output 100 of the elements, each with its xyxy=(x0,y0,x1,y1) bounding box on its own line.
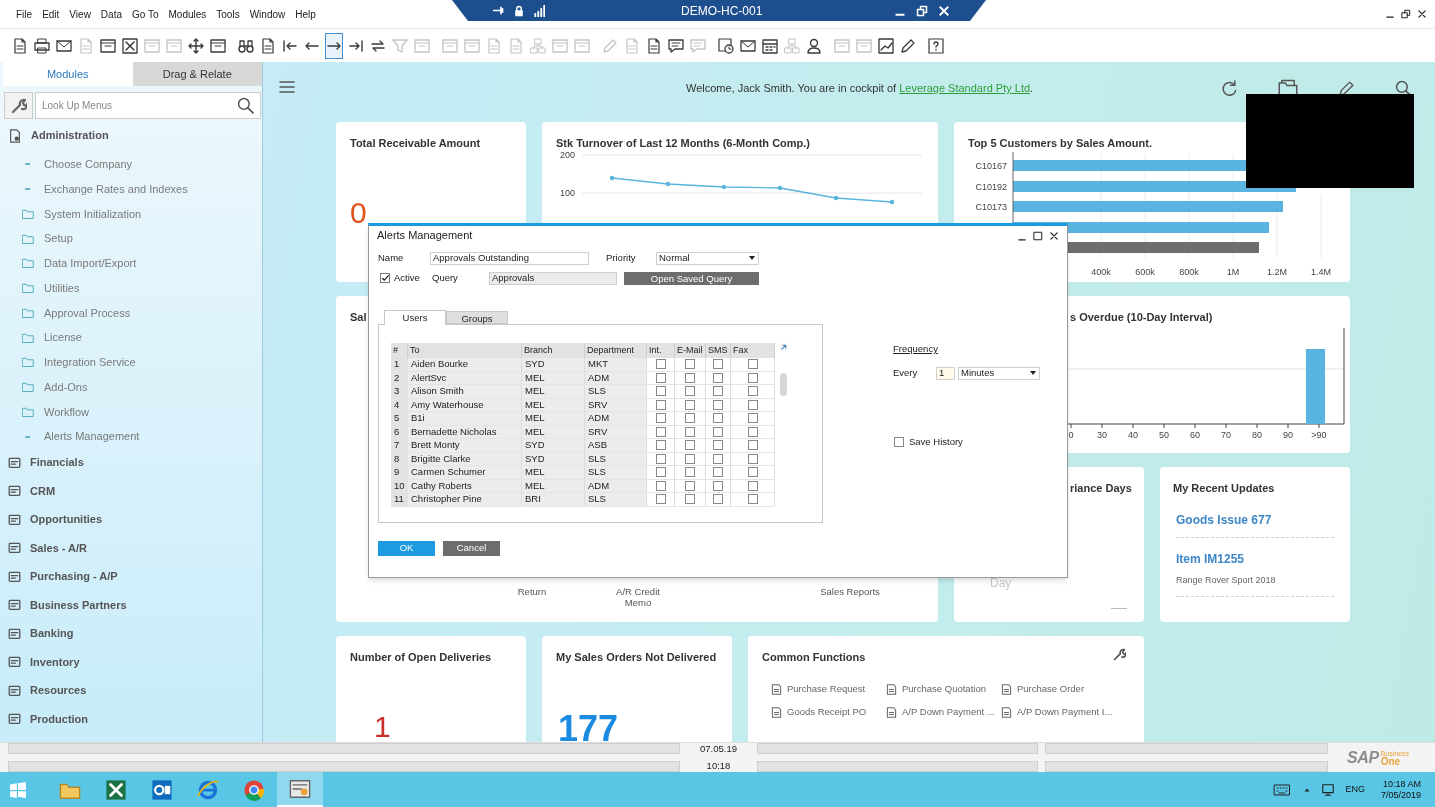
checkbox[interactable] xyxy=(655,413,666,424)
menu-icon[interactable] xyxy=(279,79,295,95)
checkbox[interactable] xyxy=(655,359,666,370)
checkbox[interactable] xyxy=(685,467,695,478)
checkbox[interactable] xyxy=(713,494,723,505)
restore-icon[interactable] xyxy=(916,4,928,17)
checkbox[interactable] xyxy=(655,453,666,464)
sidebar-module[interactable]: Banking xyxy=(0,619,262,648)
shortcut-label[interactable]: Return xyxy=(479,586,585,608)
checkbox[interactable] xyxy=(713,359,723,370)
checkbox[interactable] xyxy=(894,436,904,447)
checkbox[interactable] xyxy=(380,273,390,283)
wrench-icon[interactable] xyxy=(1113,648,1126,661)
maximize-icon[interactable] xyxy=(1033,230,1043,241)
checkbox[interactable] xyxy=(747,413,758,424)
text-field[interactable]: Approvals xyxy=(489,271,617,285)
checkbox[interactable] xyxy=(655,494,666,505)
update-link[interactable]: Item IM1255 xyxy=(1176,550,1245,568)
text-field[interactable]: Approvals Outstanding xyxy=(430,251,589,265)
function-link[interactable]: Goods Receipt PO xyxy=(787,705,867,720)
sidebar-module[interactable]: Business Partners xyxy=(0,590,262,619)
refresh-icon[interactable] xyxy=(1221,79,1238,97)
sidebar-item[interactable]: Approval Process xyxy=(0,300,262,326)
sidebar-module[interactable]: Purchasing - A/P xyxy=(0,562,262,591)
checkbox[interactable] xyxy=(713,426,723,437)
sidebar-item[interactable]: Workflow xyxy=(0,399,262,425)
checkbox[interactable] xyxy=(655,467,666,478)
sidebar-item[interactable]: System Initialization xyxy=(0,201,262,227)
tab[interactable]: Users xyxy=(384,310,446,325)
checkbox[interactable] xyxy=(685,453,695,464)
search-icon[interactable] xyxy=(1395,79,1412,97)
function-link[interactable]: Purchase Quotation xyxy=(902,682,986,697)
checkbox[interactable] xyxy=(655,399,666,410)
menu-item[interactable]: Edit xyxy=(42,7,60,22)
checkbox[interactable] xyxy=(685,386,695,397)
restore-icon[interactable] xyxy=(1401,9,1411,19)
dropdown-field[interactable]: Normal xyxy=(656,251,759,265)
cancel-button[interactable]: Cancel xyxy=(443,541,500,556)
toolbar-button[interactable] xyxy=(325,32,343,59)
menu-item[interactable]: Window xyxy=(249,7,286,22)
checkbox[interactable] xyxy=(685,359,695,370)
checkbox[interactable] xyxy=(685,413,695,424)
clock-time[interactable]: 10:18 AM xyxy=(1382,778,1421,790)
checkbox[interactable] xyxy=(747,440,758,451)
sidebar-tab[interactable]: Modules xyxy=(3,62,133,86)
menu-item[interactable]: Modules xyxy=(168,7,207,22)
sidebar-module[interactable]: Financials xyxy=(0,448,262,477)
expand-arrow-icon[interactable] xyxy=(778,343,788,352)
sidebar-item[interactable]: Add-Ons xyxy=(0,374,262,400)
update-link[interactable]: Goods Issue 677 xyxy=(1176,511,1272,529)
sidebar-module[interactable]: Production xyxy=(0,704,262,733)
checkbox[interactable] xyxy=(685,372,695,383)
checkbox[interactable] xyxy=(685,480,695,491)
sidebar-item[interactable]: Data Import/Export xyxy=(0,251,262,276)
menu-item[interactable]: Tools xyxy=(216,7,240,22)
sidebar-item[interactable]: Utilities xyxy=(0,275,262,301)
sidebar-module[interactable]: Inventory xyxy=(0,647,262,676)
shortcut-label[interactable]: Sales Reports xyxy=(797,586,903,608)
menu-item[interactable]: Go To xyxy=(132,7,159,22)
function-link[interactable]: A/P Down Payment ... xyxy=(902,705,995,720)
sidebar-module[interactable]: Opportunities xyxy=(0,505,262,534)
sidebar-module[interactable]: CRM xyxy=(0,476,262,505)
taskbar-app[interactable] xyxy=(277,772,323,807)
checkbox[interactable] xyxy=(747,372,758,383)
checkbox[interactable] xyxy=(713,399,723,410)
checkbox[interactable] xyxy=(747,453,758,464)
checkbox[interactable] xyxy=(747,359,758,370)
checkbox[interactable] xyxy=(747,426,758,437)
checkbox[interactable] xyxy=(747,467,758,478)
checkbox[interactable] xyxy=(713,413,723,424)
checkbox[interactable] xyxy=(713,467,723,478)
open-query-button[interactable]: Open Saved Query xyxy=(624,271,759,285)
function-link[interactable]: A/P Down Payment I... xyxy=(1017,705,1113,720)
checkbox[interactable] xyxy=(685,426,695,437)
checkbox[interactable] xyxy=(713,440,723,451)
sidebar-item[interactable]: Choose Company xyxy=(0,152,262,177)
sidebar-item[interactable]: Alerts Management xyxy=(0,424,262,449)
sidebar-module[interactable]: Resources xyxy=(0,676,262,705)
sidebar-item[interactable]: License xyxy=(0,325,262,350)
checkbox[interactable] xyxy=(685,399,695,410)
pencil-icon[interactable] xyxy=(1338,79,1355,97)
checkbox[interactable] xyxy=(747,494,758,505)
search-input[interactable]: Look Up Menus xyxy=(42,93,237,118)
menu-item[interactable]: Data xyxy=(100,7,122,22)
checkbox[interactable] xyxy=(713,386,723,397)
sidebar-item[interactable]: Integration Service xyxy=(0,350,262,375)
scrollbar-thumb[interactable] xyxy=(779,373,787,396)
checkbox[interactable] xyxy=(655,372,666,383)
checkbox[interactable] xyxy=(713,372,723,383)
number-field[interactable]: 1 xyxy=(936,366,955,380)
close-icon[interactable] xyxy=(1417,9,1427,19)
menu-item[interactable]: File xyxy=(16,7,33,22)
clock-date[interactable]: 7/05/2019 xyxy=(1380,789,1421,801)
checkbox[interactable] xyxy=(747,386,758,397)
sidebar-module[interactable]: Sales - A/R xyxy=(0,533,262,562)
search-field[interactable]: Look Up Menus xyxy=(35,92,261,119)
function-link[interactable]: Purchase Order xyxy=(1017,682,1085,697)
checkbox[interactable] xyxy=(655,480,666,491)
checkbox[interactable] xyxy=(747,480,758,491)
checkbox[interactable] xyxy=(713,453,723,464)
